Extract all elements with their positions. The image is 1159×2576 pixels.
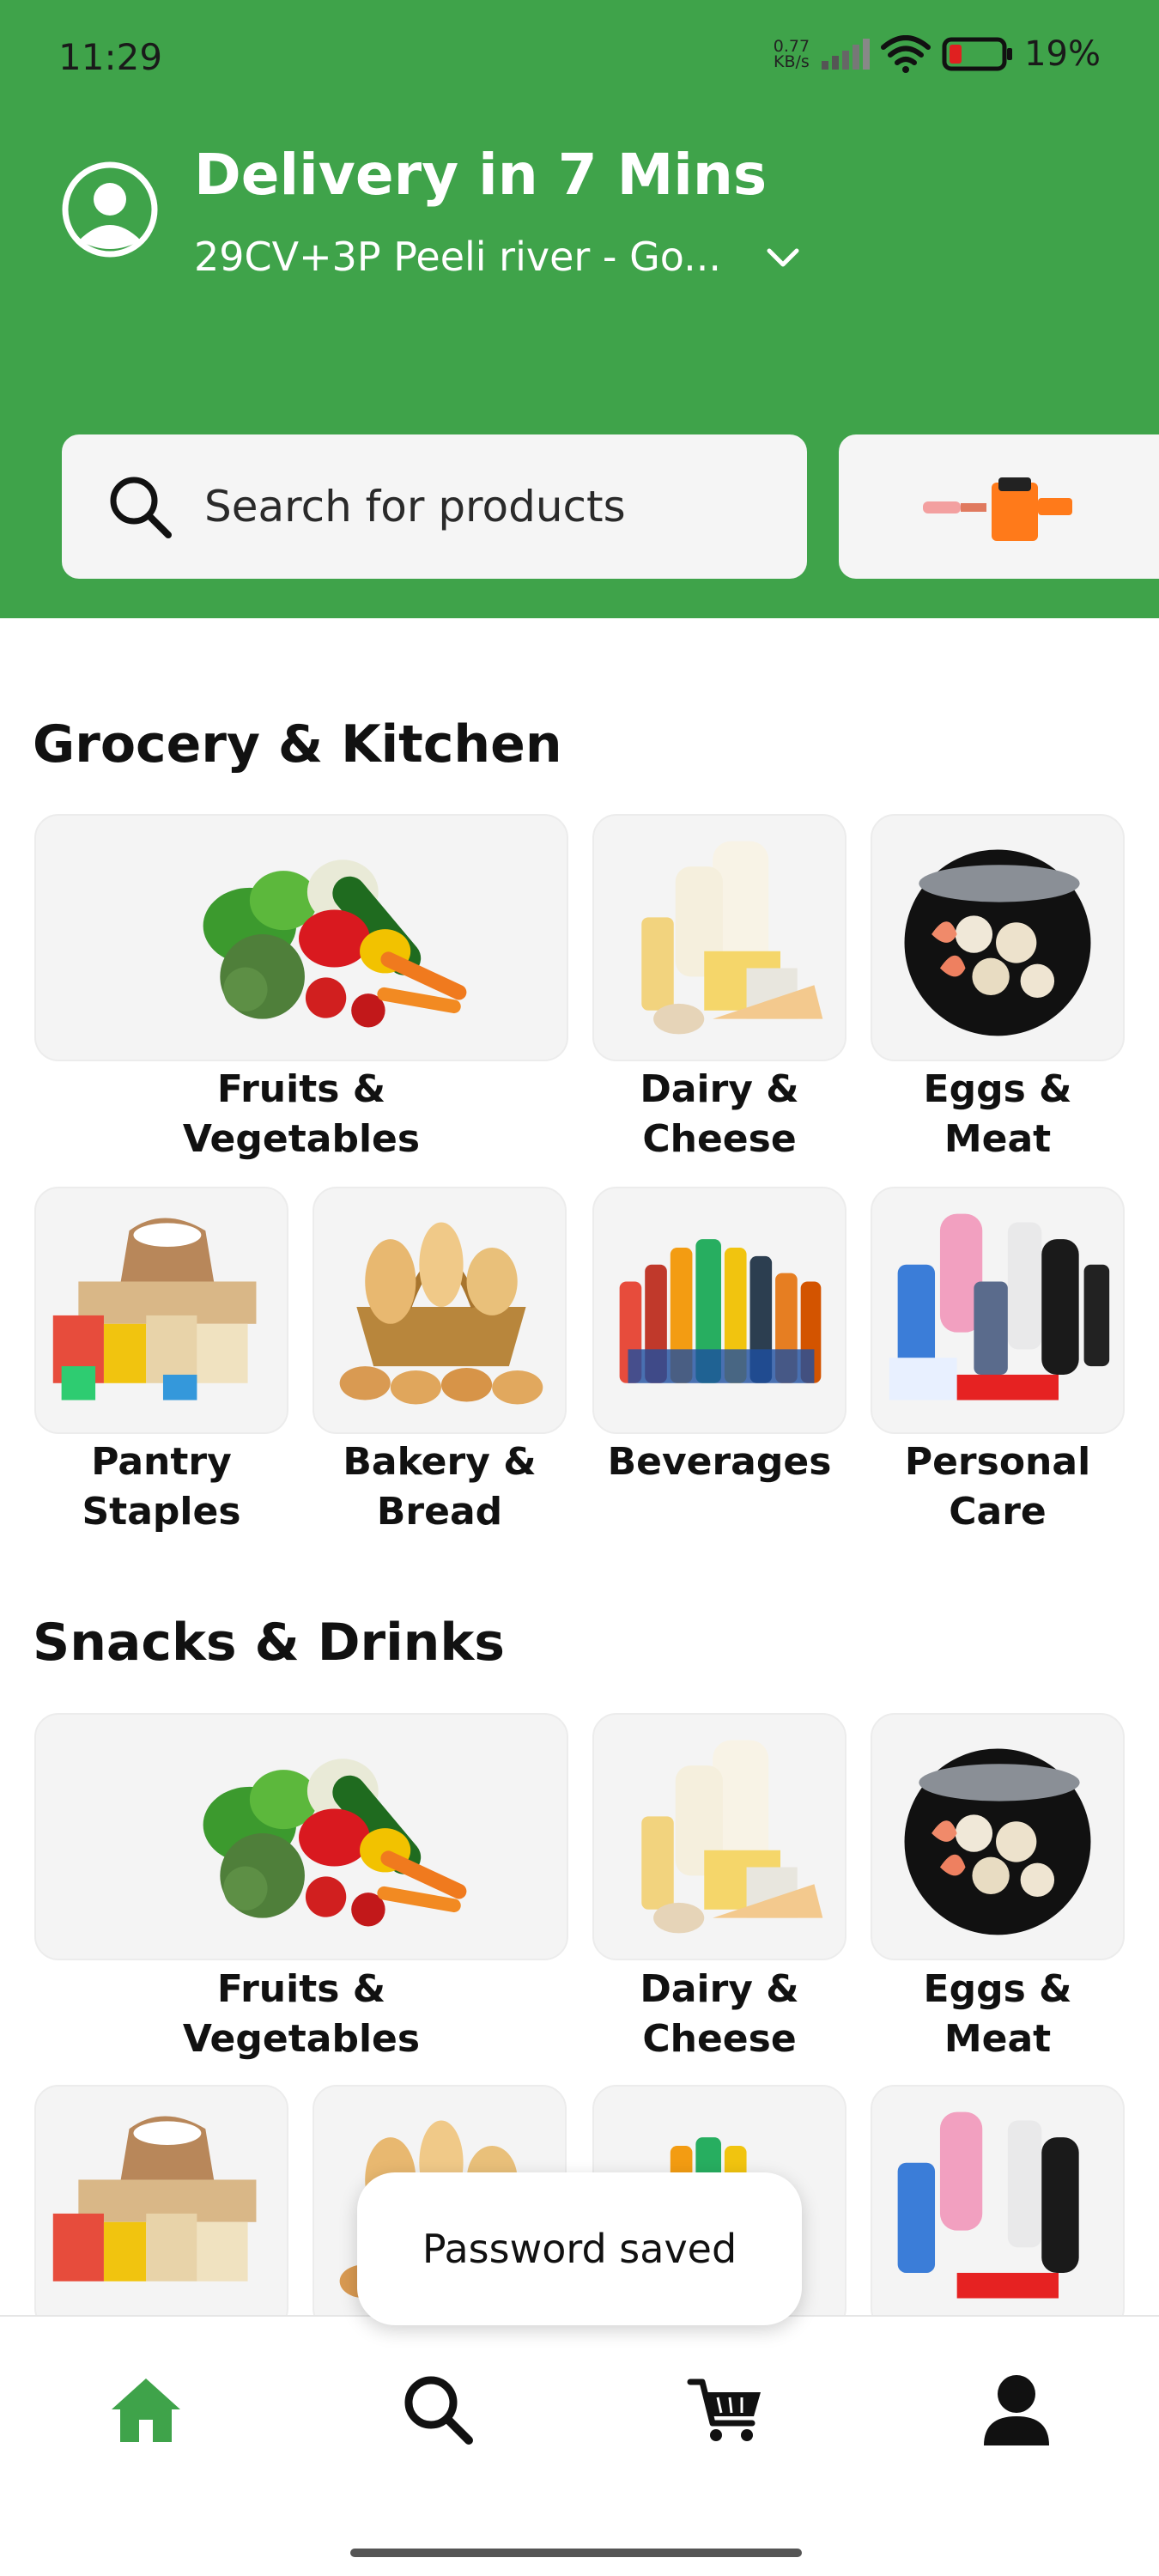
- category-beverages[interactable]: [592, 1187, 846, 1434]
- category-label: Fruits & Vegetables: [182, 1967, 421, 2061]
- seafood-image: [904, 1748, 1091, 1935]
- category-eggs-meat[interactable]: [871, 1713, 1125, 1960]
- category-label: Pantry Staples: [82, 1440, 241, 1534]
- delivery-time-title: Delivery in 7 Mins: [194, 142, 768, 208]
- search-icon: [110, 477, 172, 538]
- category-label: Eggs & Meat: [923, 1967, 1072, 2061]
- delivery-address[interactable]: 29CV+3P Peeli river - Go...: [194, 234, 721, 280]
- category-dairy-cheese[interactable]: [592, 1713, 846, 1960]
- category-pantry-staples[interactable]: [34, 1187, 288, 1434]
- category-eggs-meat[interactable]: [871, 814, 1125, 1061]
- category-label: Beverages: [607, 1440, 832, 1484]
- toast-notification: Password saved: [357, 2172, 802, 2325]
- search-bar[interactable]: Search for products: [62, 434, 807, 579]
- section-title-grocery: Grocery & Kitchen: [33, 714, 562, 775]
- category-fruits-vegetables[interactable]: [34, 1713, 568, 1960]
- category-tile-partial[interactable]: [34, 2085, 288, 2332]
- category-tile-partial[interactable]: [871, 2085, 1125, 2332]
- category-dairy-cheese[interactable]: [592, 814, 846, 1061]
- pantry-image: [52, 1218, 257, 1400]
- status-time: 11:29: [58, 36, 163, 78]
- personal-care-image: [889, 1213, 1110, 1400]
- chevron-down-icon[interactable]: [759, 237, 807, 280]
- vegetables-image: [203, 1759, 467, 1927]
- seafood-image: [904, 849, 1091, 1036]
- profile-avatar-icon[interactable]: [62, 161, 158, 258]
- dairy-image: [641, 841, 823, 1035]
- section-title-snacks: Snacks & Drinks: [33, 1613, 505, 1673]
- category-personal-care[interactable]: [871, 1187, 1125, 1434]
- category-label: Personal Care: [904, 1440, 1091, 1534]
- home-icon[interactable]: [103, 2366, 189, 2452]
- category-label: Dairy & Cheese: [640, 1067, 799, 1161]
- home-indicator[interactable]: [350, 2549, 802, 2557]
- dairy-image: [641, 1740, 823, 1934]
- vegetables-image: [203, 860, 467, 1028]
- category-fruits-vegetables[interactable]: [34, 814, 568, 1061]
- status-icons: 0.77 KB/s 19%: [774, 34, 1101, 74]
- category-label: Bakery & Bread: [343, 1440, 537, 1534]
- cart-icon[interactable]: [683, 2366, 769, 2452]
- bottom-navigation: [0, 2315, 1159, 2576]
- battery-icon: [942, 37, 1013, 71]
- category-label: Fruits & Vegetables: [182, 1067, 421, 1161]
- category-bakery-bread[interactable]: [313, 1187, 567, 1434]
- category-label: Dairy & Cheese: [640, 1967, 799, 2061]
- beverages-image: [619, 1239, 822, 1383]
- battery-percent: 19%: [1024, 34, 1101, 74]
- search-placeholder: Search for products: [204, 482, 626, 532]
- search-icon[interactable]: [395, 2366, 481, 2452]
- promo-banner-button[interactable]: [839, 434, 1159, 579]
- network-speed: 0.77 KB/s: [773, 37, 810, 71]
- toast-message: Password saved: [422, 2226, 737, 2272]
- signal-icon: [822, 39, 871, 70]
- pantry-image: [52, 2116, 257, 2281]
- profile-icon[interactable]: [974, 2366, 1059, 2452]
- wifi-icon: [881, 35, 931, 73]
- app-header: 11:29 0.77 KB/s 19% Delivery in 7 Mins 2…: [0, 0, 1159, 618]
- delivery-bag-icon: [923, 477, 1072, 541]
- personal-care-image: [897, 2111, 1079, 2299]
- bakery-image: [339, 1222, 543, 1405]
- category-label: Eggs & Meat: [923, 1067, 1072, 1161]
